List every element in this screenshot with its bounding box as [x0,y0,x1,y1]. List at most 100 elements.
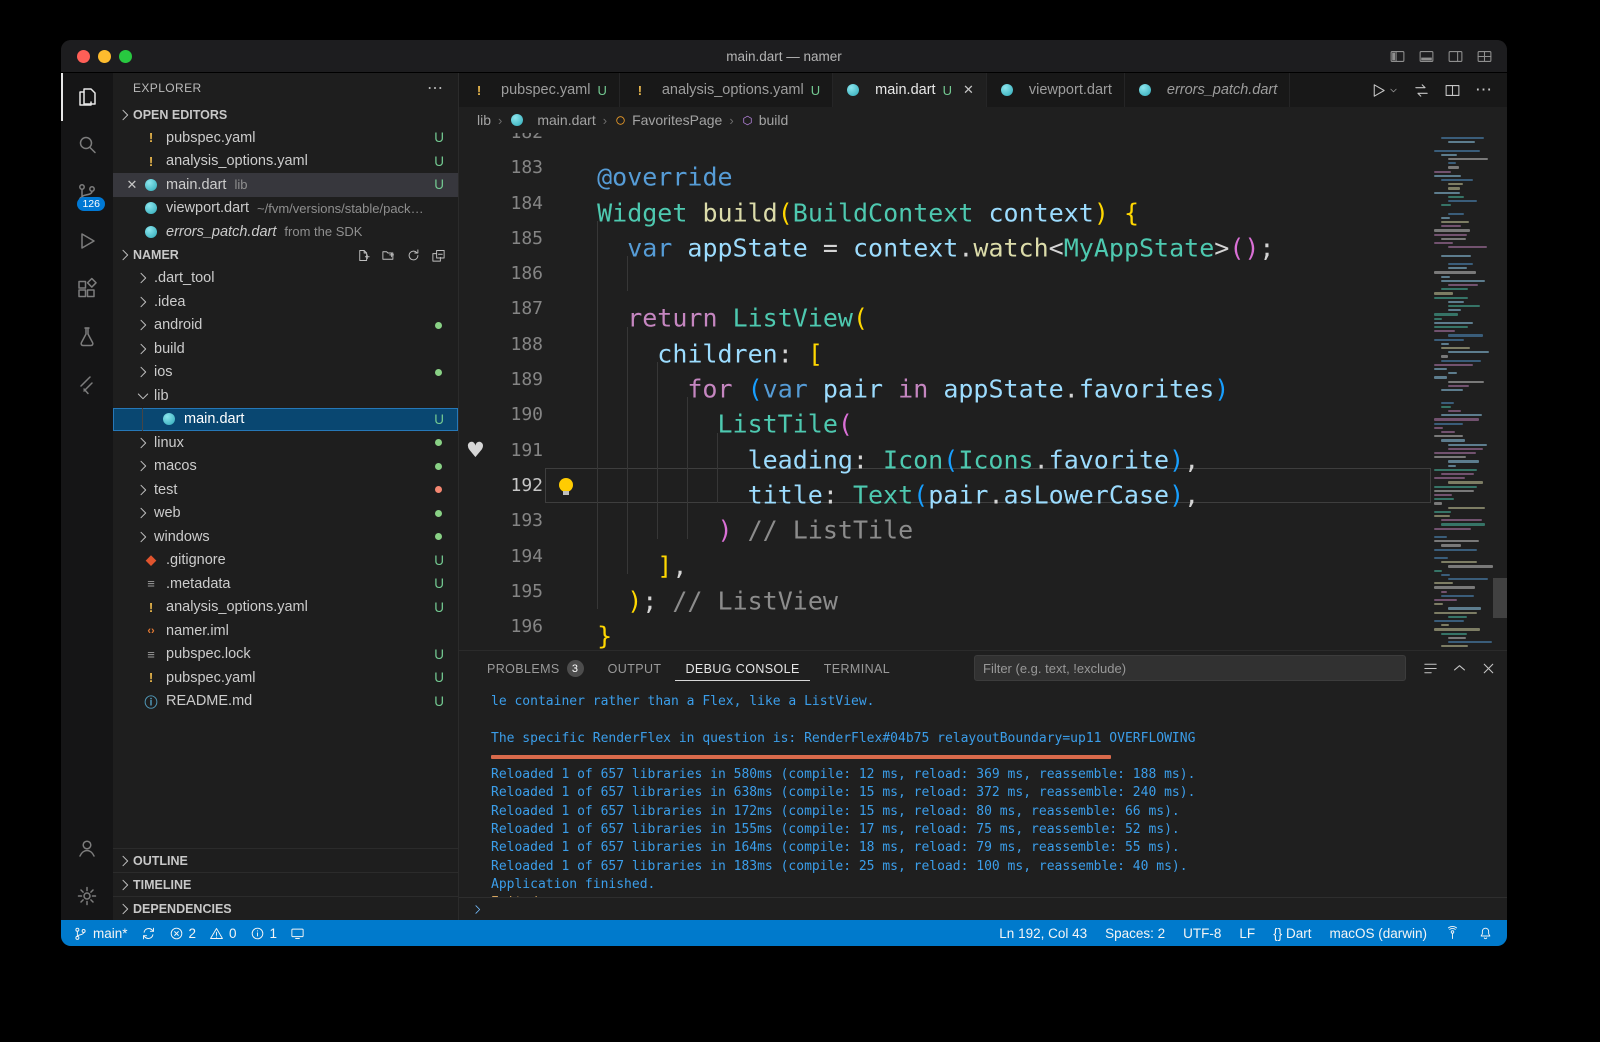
debug-console-input[interactable] [459,897,1507,920]
activity-item-account[interactable] [61,824,113,872]
glyph-margin[interactable] [459,150,495,185]
code-line-192[interactable]: 192title: Text(pair.asLowerCase), [459,468,1431,503]
glyph-margin[interactable] [459,397,495,432]
run-button[interactable] [1370,82,1399,99]
code-line-195[interactable]: 195); // ListView [459,574,1431,609]
section-header-outline[interactable]: OUTLINE [113,848,458,872]
close-window-button[interactable] [77,50,90,63]
activity-item-testing[interactable] [61,313,113,361]
scrollbar-thumb[interactable] [1493,578,1507,618]
open-editor-pubspec-yaml[interactable]: !pubspec.yamlU [113,126,458,150]
tree-file-main-dart[interactable]: main.dartU [113,408,458,432]
layout-panel-icon[interactable] [1418,48,1435,65]
open-editor-analysis-options-yaml[interactable]: !analysis_options.yamlU [113,150,458,174]
open-editor-viewport-dart[interactable]: viewport.dart~/fvm/versions/stable/packa… [113,197,458,221]
open-editor-errors-patch-dart[interactable]: errors_patch.dartfrom the SDK [113,220,458,244]
panel-tab-terminal[interactable]: TERMINAL [814,656,900,681]
maximize-panel-icon[interactable] [1451,660,1468,677]
devtools-status[interactable] [290,926,305,941]
glyph-margin[interactable] [459,609,495,644]
new-file-icon[interactable] [356,248,371,263]
breadcrumb-item-favoritespage[interactable]: FavoritesPage [614,112,722,128]
tree-folder-dart-tool[interactable]: .dart_tool [113,267,458,291]
close-icon[interactable]: ✕ [963,82,974,98]
close-icon[interactable]: ✕ [121,177,143,193]
tree-file-readme-md[interactable]: ⓘREADME.mdU [113,690,458,714]
activity-item-explorer[interactable] [61,73,113,121]
panel-tab-problems[interactable]: PROBLEMS3 [477,654,594,682]
layout-sidebar-icon[interactable] [1389,48,1406,65]
zoom-window-button[interactable] [119,50,132,63]
activity-item-flutter-tools[interactable] [61,361,113,409]
tree-file-pubspec-lock[interactable]: ≡pubspec.lockU [113,643,458,667]
tab-main-dart[interactable]: main.dartU✕ [833,73,987,107]
git-branch-status[interactable]: main* [73,926,128,941]
open-changes-icon[interactable] [1413,82,1430,99]
notifications-bell[interactable] [1478,926,1493,941]
tree-folder-idea[interactable]: .idea [113,290,458,314]
tree-folder-linux[interactable]: linux [113,431,458,455]
refresh-icon[interactable] [406,248,421,263]
breadcrumb-item-main-dart[interactable]: main.dart [509,112,595,128]
glyph-margin[interactable] [459,574,495,609]
tree-file-gitignore[interactable]: ◆.gitignoreU [113,549,458,573]
collapse-all-icon[interactable] [431,248,446,263]
layout-customize-icon[interactable] [1476,48,1493,65]
activity-item-search[interactable] [61,121,113,169]
code-line-185[interactable]: 185var appState = context.watch<MyAppSta… [459,221,1431,256]
tab-analysis-options-yaml[interactable]: !analysis_options.yamlU [620,73,833,107]
more-actions-icon[interactable]: ⋯ [427,78,444,98]
open-editors-section-header[interactable]: OPEN EDITORS [113,103,458,126]
tree-folder-lib[interactable]: lib [113,384,458,408]
indentation-status[interactable]: Spaces: 2 [1105,926,1165,941]
activity-item-source-control[interactable]: 126 [61,169,113,217]
tree-folder-ios[interactable]: ios [113,361,458,385]
open-editor-main-dart[interactable]: ✕main.dartlibU [113,173,458,197]
glyph-margin[interactable] [459,221,495,256]
tab-pubspec-yaml[interactable]: !pubspec.yamlU [459,73,620,107]
tab-errors-patch-dart[interactable]: errors_patch.dart [1125,73,1290,107]
cursor-position[interactable]: Ln 192, Col 43 [999,926,1087,941]
code-line-186[interactable]: 186 [459,256,1431,291]
tree-file-namer-iml[interactable]: ‹›namer.iml [113,619,458,643]
tree-folder-macos[interactable]: macos [113,455,458,479]
tree-folder-android[interactable]: android [113,314,458,338]
code-line-194[interactable]: 194], [459,539,1431,574]
broadcast-indicator[interactable] [1445,926,1460,941]
tree-folder-build[interactable]: build [113,337,458,361]
clear-console-icon[interactable] [1422,660,1439,677]
code-line-193[interactable]: 193) // ListTile [459,503,1431,538]
code-line-190[interactable]: 190ListTile( [459,397,1431,432]
glyph-margin[interactable] [459,291,495,326]
breadcrumb-item-lib[interactable]: lib [477,112,491,128]
panel-tab-debug-console[interactable]: DEBUG CONSOLE [675,656,809,681]
code-line-187[interactable]: 187return ListView( [459,291,1431,326]
console-filter-input[interactable] [974,655,1406,681]
device-selector[interactable]: macOS (darwin) [1329,926,1427,941]
activity-item-extensions[interactable] [61,265,113,313]
project-section-header[interactable]: NAMER [113,244,458,267]
code-editor[interactable]: 182183@override184Widget build(BuildCont… [459,133,1507,650]
section-header-dependencies[interactable]: DEPENDENCIES [113,896,458,920]
glyph-margin[interactable] [459,539,495,574]
glyph-margin[interactable] [459,256,495,291]
sync-status[interactable] [141,926,156,941]
tree-file-pubspec-yaml[interactable]: !pubspec.yamlU [113,666,458,690]
warnings-count[interactable]: 0 [209,926,237,941]
glyph-margin[interactable] [459,362,495,397]
code-line-189[interactable]: 189for (var pair in appState.favorites) [459,362,1431,397]
code-line-183[interactable]: 183@override [459,150,1431,185]
split-editor-icon[interactable] [1444,82,1461,99]
tree-file-analysis-options-yaml[interactable]: !analysis_options.yamlU [113,596,458,620]
tree-folder-web[interactable]: web [113,502,458,526]
activity-item-run-debug[interactable] [61,217,113,265]
minimap[interactable] [1431,133,1493,650]
code-line-188[interactable]: 188children: [ [459,327,1431,362]
panel-tab-output[interactable]: OUTPUT [598,656,672,681]
code-line-196[interactable]: 196} [459,609,1431,644]
tree-folder-test[interactable]: test [113,478,458,502]
glyph-margin[interactable] [459,503,495,538]
info-count[interactable]: 1 [250,926,278,941]
breadcrumb-item-build[interactable]: build [741,112,789,128]
layout-sidebar-right-icon[interactable] [1447,48,1464,65]
